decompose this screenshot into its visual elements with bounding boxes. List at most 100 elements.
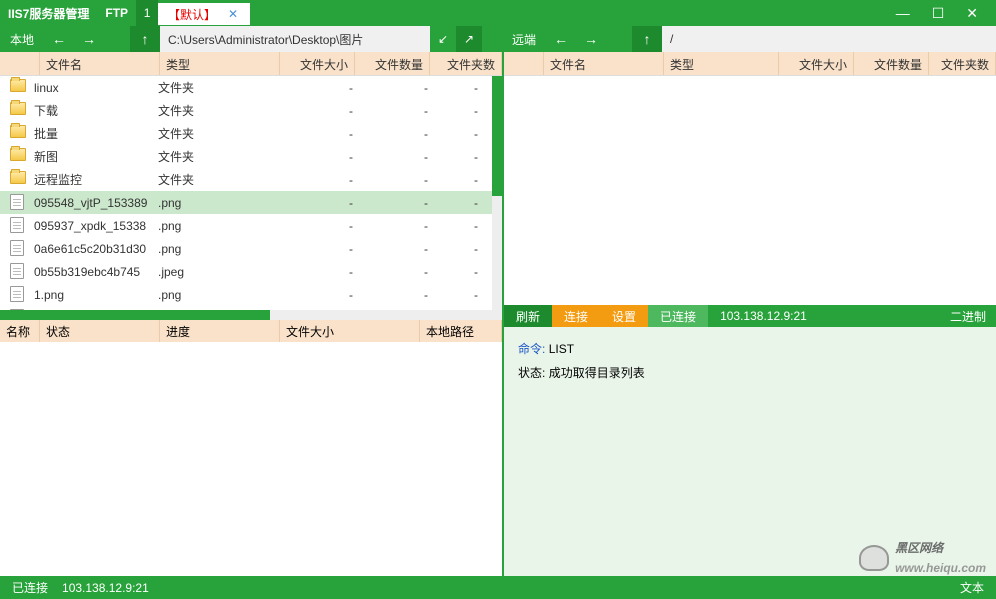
statusbar-address: 103.138.12.9:21 [62, 581, 149, 595]
cell-fcount: - [428, 242, 478, 256]
file-icon [10, 240, 28, 258]
cell-fcount: - [428, 127, 478, 141]
path-row: 本地 ← → ↑ ↙ ↗ 远端 ← → ↑ [0, 26, 996, 52]
shrink-icon[interactable]: ↙ [430, 26, 456, 52]
ftp-label: FTP [97, 6, 136, 20]
log-status-label: 状态: [518, 366, 545, 380]
file-icon [10, 286, 28, 304]
table-row[interactable]: 下载文件夹--- [0, 99, 502, 122]
remote-nav-back-icon[interactable]: ← [546, 31, 576, 47]
table-row[interactable]: 0a6e61c5c20b31d30.png--- [0, 237, 502, 260]
cell-count: - [353, 288, 428, 302]
log-cmd-value: LIST [549, 342, 574, 356]
folder-icon [10, 171, 28, 189]
local-file-list[interactable]: linux文件夹---下载文件夹---批量文件夹---新图文件夹---远程监控文… [0, 76, 502, 310]
local-col-count[interactable]: 文件数量 [355, 52, 430, 75]
cell-fcount: - [428, 288, 478, 302]
cell-count: - [353, 104, 428, 118]
cell-type: .png [158, 196, 278, 210]
table-row[interactable]: linux文件夹--- [0, 76, 502, 99]
transfer-col-status[interactable]: 状态 [40, 320, 160, 342]
main-area: 文件名 类型 文件大小 文件数量 文件夹数 linux文件夹---下载文件夹--… [0, 52, 996, 576]
transfer-col-name[interactable]: 名称 [0, 320, 40, 342]
connect-button[interactable]: 连接 [552, 305, 600, 327]
cell-size: - [278, 104, 353, 118]
transfer-col-progress[interactable]: 进度 [160, 320, 280, 342]
table-row[interactable]: 0b55b319ebc4b745.jpeg--- [0, 260, 502, 283]
remote-col-size[interactable]: 文件大小 [779, 52, 854, 75]
remote-col-name[interactable]: 文件名 [544, 52, 664, 75]
cell-size: - [278, 173, 353, 187]
cell-name: 批量 [34, 125, 158, 142]
settings-button[interactable]: 设置 [600, 305, 648, 327]
file-icon [10, 263, 28, 281]
local-nav: 本地 ← → ↑ [0, 26, 160, 52]
cell-fcount: - [428, 173, 478, 187]
transfer-col-size[interactable]: 文件大小 [280, 320, 420, 342]
hscroll-thumb[interactable] [0, 310, 270, 320]
transfer-col-path[interactable]: 本地路径 [420, 320, 502, 342]
remote-path-input[interactable] [662, 26, 996, 52]
cell-size: - [278, 242, 353, 256]
cell-name: 095937_xpdk_15338 [34, 219, 158, 233]
cell-size: - [278, 150, 353, 164]
cell-count: - [353, 265, 428, 279]
log-line-cmd: 命令: LIST [518, 337, 982, 361]
table-row[interactable]: 远程监控文件夹--- [0, 168, 502, 191]
local-col-name[interactable]: 文件名 [40, 52, 160, 75]
table-row[interactable]: 新图文件夹--- [0, 145, 502, 168]
session-tab-label: 【默认】 [168, 6, 216, 23]
cell-type: .png [158, 219, 278, 233]
transfer-mode[interactable]: 二进制 [950, 308, 996, 325]
expand-icon[interactable]: ↗ [456, 26, 482, 52]
nav-up-icon[interactable]: ↑ [130, 26, 160, 52]
minimize-button[interactable]: — [896, 5, 910, 22]
folder-icon [10, 79, 28, 97]
tab-number[interactable]: 1 [136, 0, 158, 26]
nav-forward-icon[interactable]: → [74, 31, 104, 47]
remote-file-list[interactable] [504, 76, 996, 305]
nav-back-icon[interactable]: ← [44, 31, 74, 47]
cell-count: - [353, 127, 428, 141]
cell-count: - [353, 173, 428, 187]
scrollbar-thumb[interactable] [492, 76, 502, 196]
remote-col-fcount[interactable]: 文件夹数 [929, 52, 996, 75]
remote-col-count[interactable]: 文件数量 [854, 52, 929, 75]
local-path-input[interactable] [160, 26, 430, 52]
table-row[interactable]: 095937_xpdk_15338.png--- [0, 214, 502, 237]
mushroom-icon [859, 545, 889, 571]
remote-nav: 远端 ← → ↑ [502, 26, 662, 52]
cell-type: .jpeg [158, 265, 278, 279]
local-hscrollbar[interactable] [0, 310, 502, 320]
table-row[interactable]: 1.png.png--- [0, 283, 502, 306]
cell-type: 文件夹 [158, 79, 278, 96]
cell-name: linux [34, 81, 158, 95]
table-row[interactable]: 批量文件夹--- [0, 122, 502, 145]
close-button[interactable]: ✕ [966, 5, 978, 22]
refresh-button[interactable]: 刷新 [504, 305, 552, 327]
table-row[interactable]: 095548_vjtP_153389.png--- [0, 191, 502, 214]
log-cmd-label: 命令: [518, 342, 545, 356]
session-tab[interactable]: 【默认】 ✕ [158, 3, 250, 25]
remote-col-type[interactable]: 类型 [664, 52, 779, 75]
local-col-size[interactable]: 文件大小 [280, 52, 355, 75]
log-status-value: 成功取得目录列表 [549, 366, 645, 380]
file-icon [10, 217, 28, 235]
local-vscrollbar[interactable] [492, 76, 502, 310]
log-area[interactable]: 命令: LIST 状态: 成功取得目录列表 黑区网络 www.heiqu.com [504, 327, 996, 576]
remote-nav-forward-icon[interactable]: → [576, 31, 606, 47]
cell-type: 文件夹 [158, 102, 278, 119]
cell-count: - [353, 196, 428, 210]
cell-name: 0a6e61c5c20b31d30 [34, 242, 158, 256]
close-tab-icon[interactable]: ✕ [226, 7, 240, 21]
local-col-fcount[interactable]: 文件夹数 [430, 52, 502, 75]
maximize-button[interactable]: ☐ [932, 5, 945, 22]
cell-size: - [278, 265, 353, 279]
remote-nav-up-icon[interactable]: ↑ [632, 26, 662, 52]
log-line-status: 状态: 成功取得目录列表 [518, 361, 982, 385]
cell-count: - [353, 81, 428, 95]
cell-size: - [278, 127, 353, 141]
transfer-list[interactable] [0, 342, 502, 576]
cell-name: 新图 [34, 148, 158, 165]
local-col-type[interactable]: 类型 [160, 52, 280, 75]
